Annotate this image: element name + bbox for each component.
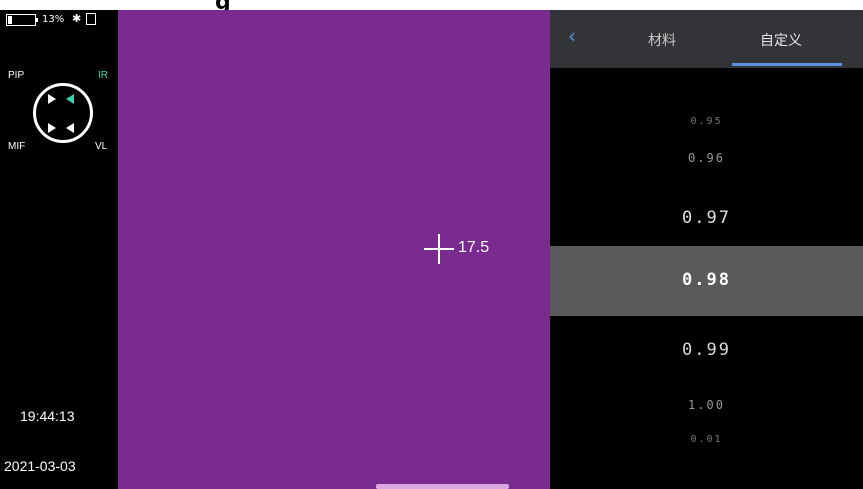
emissivity-panel: ‹ 材料 自定义 0.95 0.96 0.97 0.98 0.99 1.00 0… <box>550 10 863 489</box>
crosshair-icon <box>424 234 454 264</box>
mode-vl[interactable]: VL <box>95 141 107 152</box>
battery-nub <box>36 18 38 22</box>
spot-temperature: 17.5 <box>458 239 490 256</box>
clock-date: 2021-03-03 <box>4 458 76 474</box>
tab-custom[interactable]: 自定义 <box>760 30 802 50</box>
arrow-bottom-right-icon <box>66 123 74 133</box>
crosshair-vertical <box>438 234 440 264</box>
top-strip: g <box>0 0 863 15</box>
tab-material[interactable]: 材料 <box>648 30 676 50</box>
sd-card-icon <box>86 13 96 25</box>
mode-mif[interactable]: MIF <box>8 141 25 152</box>
left-panel: 13% ✱ PIP IR MIF VL 19:44:13 2021-03-03 <box>0 10 118 489</box>
bluetooth-icon: ✱ <box>72 12 82 25</box>
emissivity-option[interactable]: 0.95 <box>550 116 863 127</box>
battery-percent: 13% <box>42 14 65 25</box>
emissivity-option[interactable]: 0.96 <box>550 151 863 165</box>
emissivity-option-selected[interactable]: 0.98 <box>550 270 863 290</box>
arrow-bottom-left-icon <box>48 123 56 133</box>
arrow-top-right-icon <box>66 94 74 104</box>
scroll-indicator[interactable] <box>376 484 509 489</box>
arrow-top-left-icon <box>48 94 56 104</box>
emissivity-option[interactable]: 0.99 <box>550 340 863 360</box>
emissivity-option[interactable]: 0.97 <box>550 208 863 228</box>
back-button[interactable]: ‹ <box>568 24 576 48</box>
emissivity-option[interactable]: 0.01 <box>550 434 863 445</box>
battery-icon <box>6 14 36 26</box>
active-tab-indicator <box>732 63 842 66</box>
battery-fill <box>8 16 12 24</box>
tab-bar: ‹ 材料 自定义 <box>550 10 863 68</box>
emissivity-picker[interactable]: 0.95 0.96 0.97 0.98 0.99 1.00 0.01 <box>550 68 863 489</box>
clock-time: 19:44:13 <box>20 408 75 424</box>
mode-selector-dial[interactable] <box>33 83 93 143</box>
status-bar: 13% ✱ <box>0 10 118 32</box>
emissivity-option[interactable]: 1.00 <box>550 398 863 412</box>
mode-pip[interactable]: PIP <box>8 70 24 81</box>
mode-ir[interactable]: IR <box>98 70 108 81</box>
